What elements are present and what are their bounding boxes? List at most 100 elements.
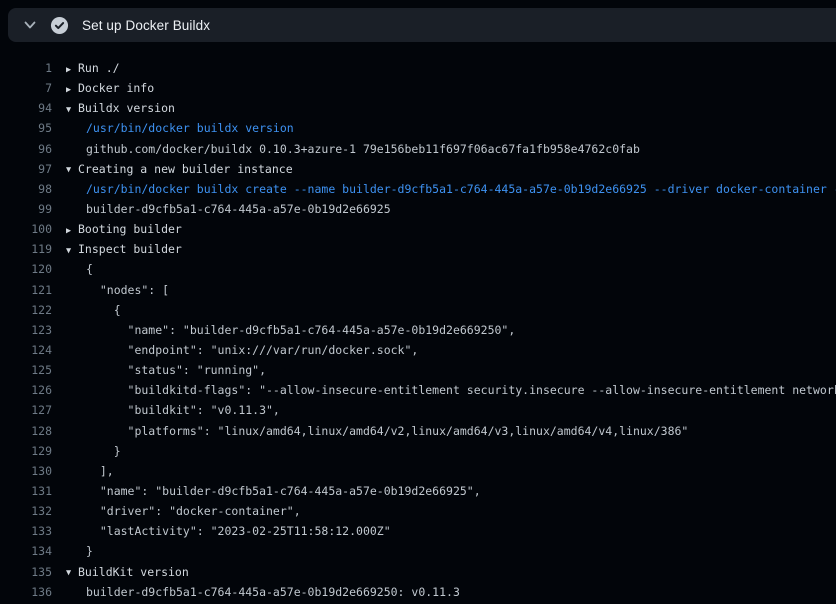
line-number[interactable]: 129 — [0, 441, 52, 461]
line-number[interactable]: 135 — [0, 562, 52, 582]
line-number[interactable]: 126 — [0, 380, 52, 400]
log-group-header[interactable]: ▶Docker info — [66, 78, 154, 98]
log-text: /usr/bin/docker buildx create --name bui… — [66, 179, 836, 199]
log-text: "buildkitd-flags": "--allow-insecure-ent… — [66, 380, 836, 400]
log-line: 125 "status": "running", — [0, 360, 836, 380]
log-line: 99 builder-d9cfb5a1-c764-445a-a57e-0b19d2… — [0, 199, 836, 219]
line-number[interactable]: 7 — [0, 78, 52, 98]
group-title: BuildKit version — [78, 565, 189, 579]
triangle-right-icon[interactable]: ▶ — [66, 221, 78, 241]
log-viewer: 1▶Run ./7▶Docker info94▼Buildx version95… — [0, 42, 836, 604]
line-number[interactable]: 127 — [0, 400, 52, 420]
log-group-header[interactable]: ▼BuildKit version — [66, 562, 189, 582]
log-text: { — [66, 259, 93, 279]
log-text: builder-d9cfb5a1-c764-445a-a57e-0b19d2e6… — [66, 199, 391, 219]
log-line: 134} — [0, 541, 836, 561]
line-number[interactable]: 120 — [0, 259, 52, 279]
log-text: } — [66, 441, 121, 461]
chevron-down-icon[interactable] — [22, 17, 38, 33]
log-line: 100 ▶Booting builder — [0, 219, 836, 239]
line-number[interactable]: 124 — [0, 340, 52, 360]
log-text: "lastActivity": "2023-02-25T11:58:12.000… — [66, 521, 391, 541]
step-header[interactable]: Set up Docker Buildx — [8, 8, 836, 42]
group-title: Docker info — [78, 81, 154, 95]
line-number[interactable]: 136 — [0, 582, 52, 602]
triangle-right-icon[interactable]: ▶ — [66, 60, 78, 80]
log-line: 127 "buildkit": "v0.11.3", — [0, 400, 836, 420]
log-line: 126 "buildkitd-flags": "--allow-insecure… — [0, 380, 836, 400]
triangle-right-icon[interactable]: ▶ — [66, 80, 78, 100]
log-text: "status": "running", — [66, 360, 266, 380]
log-line: 95/usr/bin/docker buildx version — [0, 118, 836, 138]
log-line: 130 ], — [0, 461, 836, 481]
group-title: Booting builder — [78, 222, 182, 236]
line-number[interactable]: 133 — [0, 521, 52, 541]
log-line: 94 ▼Buildx version — [0, 98, 836, 118]
log-line: 120 { — [0, 259, 836, 279]
log-text: "name": "builder-d9cfb5a1-c764-445a-a57e… — [66, 320, 515, 340]
log-line: 1 ▶Run ./ — [0, 58, 836, 78]
line-number[interactable]: 119 — [0, 239, 52, 259]
line-number[interactable]: 130 — [0, 461, 52, 481]
line-number[interactable]: 98 — [0, 179, 52, 199]
line-number[interactable]: 99 — [0, 199, 52, 219]
log-text: "nodes": [ — [66, 280, 169, 300]
log-line: 98/usr/bin/docker buildx create --name b… — [0, 179, 836, 199]
triangle-down-icon[interactable]: ▼ — [66, 563, 78, 583]
log-group-header[interactable]: ▶Booting builder — [66, 219, 182, 239]
log-text: "endpoint": "unix:///var/run/docker.sock… — [66, 340, 418, 360]
line-number[interactable]: 131 — [0, 481, 52, 501]
log-line: 97 ▼Creating a new builder instance — [0, 159, 836, 179]
triangle-down-icon[interactable]: ▼ — [66, 100, 78, 120]
log-line: 128 "platforms": "linux/amd64,linux/amd6… — [0, 421, 836, 441]
group-title: Inspect builder — [78, 242, 182, 256]
log-text: /usr/bin/docker buildx version — [66, 118, 294, 138]
log-line: 7 ▶Docker info — [0, 78, 836, 98]
log-group-header[interactable]: ▼Creating a new builder instance — [66, 159, 293, 179]
line-number[interactable]: 134 — [0, 541, 52, 561]
group-title: Run ./ — [78, 61, 120, 75]
line-number[interactable]: 94 — [0, 98, 52, 118]
log-line: 121 "nodes": [ — [0, 280, 836, 300]
log-line: 136 builder-d9cfb5a1-c764-445a-a57e-0b19d… — [0, 582, 836, 602]
line-number[interactable]: 125 — [0, 360, 52, 380]
log-line: 123 "name": "builder-d9cfb5a1-c764-445a-… — [0, 320, 836, 340]
log-line: 129 } — [0, 441, 836, 461]
log-text: } — [66, 541, 93, 561]
log-text: "platforms": "linux/amd64,linux/amd64/v2… — [66, 421, 688, 441]
group-title: Creating a new builder instance — [78, 162, 293, 176]
group-title: Buildx version — [78, 101, 175, 115]
log-text: builder-d9cfb5a1-c764-445a-a57e-0b19d2e6… — [66, 582, 460, 602]
log-line: 96 github.com/docker/buildx 0.10.3+azure-… — [0, 139, 836, 159]
log-group-header[interactable]: ▼Buildx version — [66, 98, 175, 118]
line-number[interactable]: 1 — [0, 58, 52, 78]
log-text: "buildkit": "v0.11.3", — [66, 400, 280, 420]
line-number[interactable]: 96 — [0, 139, 52, 159]
log-line: 119 ▼Inspect builder — [0, 239, 836, 259]
log-group-header[interactable]: ▼Inspect builder — [66, 239, 182, 259]
line-number[interactable]: 100 — [0, 219, 52, 239]
log-text: "driver": "docker-container", — [66, 501, 301, 521]
log-line: 133 "lastActivity": "2023-02-25T11:58:12… — [0, 521, 836, 541]
log-line: 131 "name": "builder-d9cfb5a1-c764-445a-… — [0, 481, 836, 501]
step-title: Set up Docker Buildx — [82, 18, 210, 33]
line-number[interactable]: 132 — [0, 501, 52, 521]
line-number[interactable]: 97 — [0, 159, 52, 179]
log-text: { — [66, 300, 121, 320]
check-circle-icon — [50, 16, 69, 35]
log-text: ], — [66, 461, 114, 481]
triangle-down-icon[interactable]: ▼ — [66, 160, 78, 180]
log-text: github.com/docker/buildx 0.10.3+azure-1 … — [66, 139, 640, 159]
line-number[interactable]: 128 — [0, 421, 52, 441]
log-group-header[interactable]: ▶Run ./ — [66, 58, 120, 78]
log-line: 132 "driver": "docker-container", — [0, 501, 836, 521]
log-line: 122 { — [0, 300, 836, 320]
line-number[interactable]: 123 — [0, 320, 52, 340]
log-line: 124 "endpoint": "unix:///var/run/docker.… — [0, 340, 836, 360]
log-line: 135 ▼BuildKit version — [0, 562, 836, 582]
log-text: "name": "builder-d9cfb5a1-c764-445a-a57e… — [66, 481, 481, 501]
line-number[interactable]: 121 — [0, 280, 52, 300]
line-number[interactable]: 95 — [0, 118, 52, 138]
line-number[interactable]: 122 — [0, 300, 52, 320]
triangle-down-icon[interactable]: ▼ — [66, 241, 78, 261]
